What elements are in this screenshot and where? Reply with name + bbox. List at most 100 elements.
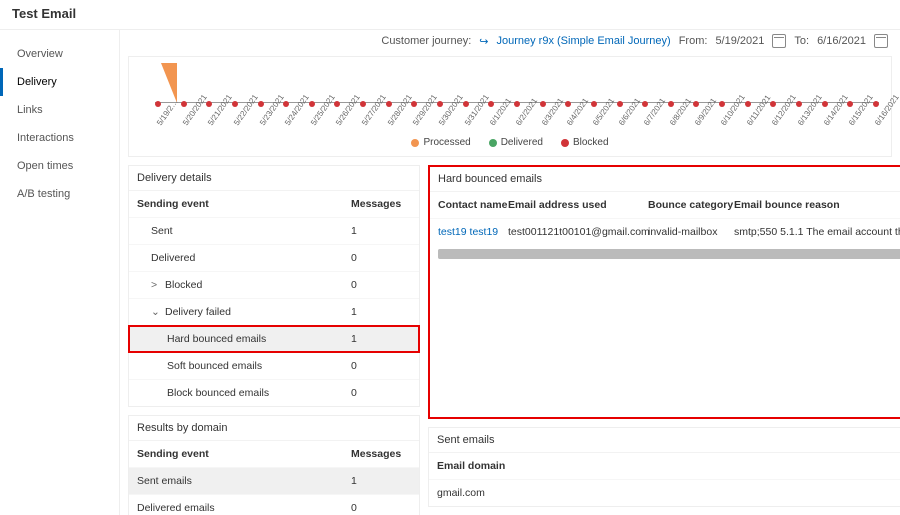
- cell-reason: smtp;550 5.1.1 The email account that yo…: [734, 226, 900, 238]
- x-tick: 6/10/2021: [719, 117, 730, 127]
- row-label: Hard bounced emails: [167, 333, 266, 345]
- data-point: [411, 101, 417, 107]
- trend-chart: 5/19/2… 5/20/2021 5/21/2021 5/22/2021 5/23/2…: [137, 61, 883, 131]
- bounce-row[interactable]: test19 test19 test001121t00101@gmail.com…: [430, 218, 900, 245]
- results-by-domain-title: Results by domain: [129, 416, 419, 441]
- cell-domain: gmail.com: [437, 487, 900, 499]
- nav-item-delivery[interactable]: Delivery: [0, 68, 119, 96]
- data-point: [437, 101, 443, 107]
- delivery-row[interactable]: > Blocked 0: [129, 271, 419, 298]
- x-tick: 6/12/2021: [770, 117, 781, 127]
- data-point: [258, 101, 264, 107]
- nav-item-open-times[interactable]: Open times: [0, 152, 119, 180]
- x-tick: 6/16/2021: [873, 117, 884, 127]
- row-label: Blocked: [165, 279, 202, 291]
- x-tick: 6/7/2021: [642, 117, 653, 127]
- journey-label: Customer journey:: [381, 35, 471, 47]
- x-tick: 6/13/2021: [796, 117, 807, 127]
- to-value[interactable]: 6/16/2021: [817, 35, 866, 47]
- delivery-row[interactable]: Sent1: [129, 217, 419, 244]
- data-point: [155, 101, 161, 107]
- col-bounce-reason: Email bounce reason: [734, 199, 900, 211]
- processed-area: [161, 63, 177, 103]
- sent-emails-card: Sent emails Email domain Value gmail.com…: [428, 427, 900, 507]
- delivery-details-title: Delivery details: [129, 166, 419, 191]
- nav-item-overview[interactable]: Overview: [0, 40, 119, 68]
- delivery-row[interactable]: Delivered 0: [129, 244, 419, 271]
- x-tick: 5/19/2…: [155, 117, 166, 127]
- row-label: Delivered emails: [137, 502, 351, 514]
- data-point: [540, 101, 546, 107]
- data-point: [360, 101, 366, 107]
- data-point: [514, 101, 520, 107]
- nav-item-ab-testing[interactable]: A/B testing: [0, 180, 119, 208]
- x-tick: 5/30/2021: [437, 117, 448, 127]
- delivery-row[interactable]: ⌄Delivery failed1: [129, 298, 419, 325]
- row-label: Block bounced emails: [167, 387, 269, 399]
- sidebar: Overview Delivery Links Interactions Ope…: [0, 30, 120, 515]
- x-tick: 6/14/2021: [822, 117, 833, 127]
- sent-email-row[interactable]: gmail.com 1: [429, 479, 900, 506]
- data-point: [181, 101, 187, 107]
- row-label: Delivered: [151, 252, 195, 264]
- col-email-used: Email address used: [508, 199, 648, 211]
- chart-legend: Processed Delivered Blocked: [137, 137, 883, 148]
- col-contact-name: Contact name: [438, 199, 508, 211]
- col-sending-event: Sending event: [137, 448, 351, 460]
- data-point: [283, 101, 289, 107]
- horizontal-scrollbar[interactable]: [438, 249, 900, 259]
- data-point: [617, 101, 623, 107]
- from-label: From:: [679, 35, 708, 47]
- x-tick: 5/22/2021: [232, 117, 243, 127]
- x-tick: 5/31/2021: [463, 117, 474, 127]
- domain-row[interactable]: Sent emails1: [129, 467, 419, 494]
- row-value: 1: [351, 333, 411, 345]
- chevron-down-icon[interactable]: ⌄: [151, 306, 159, 318]
- from-value[interactable]: 5/19/2021: [715, 35, 764, 47]
- legend-processed: Processed: [411, 137, 470, 148]
- x-tick: 5/21/2021: [206, 117, 217, 127]
- domain-row[interactable]: Delivered emails0: [129, 494, 419, 515]
- nav-item-interactions[interactable]: Interactions: [0, 124, 119, 152]
- data-point: [796, 101, 802, 107]
- data-point: [591, 101, 597, 107]
- data-point: [822, 101, 828, 107]
- delivery-row[interactable]: Block bounced emails0: [129, 379, 419, 406]
- data-point: [770, 101, 776, 107]
- calendar-icon[interactable]: [772, 34, 786, 48]
- x-tick: 5/28/2021: [386, 117, 397, 127]
- journey-link[interactable]: Journey r9x (Simple Email Journey): [496, 35, 670, 47]
- x-tick: 5/26/2021: [334, 117, 345, 127]
- data-point: [334, 101, 340, 107]
- col-bounce-category: Bounce category: [648, 199, 734, 211]
- row-value: 0: [351, 279, 411, 291]
- cell-contact[interactable]: test19 test19: [438, 226, 508, 238]
- delivery-row[interactable]: Hard bounced emails 1: [129, 325, 419, 352]
- calendar-icon[interactable]: [874, 34, 888, 48]
- data-point: [463, 101, 469, 107]
- col-sending-event: Sending event: [137, 198, 351, 210]
- to-label: To:: [794, 35, 809, 47]
- delivery-row[interactable]: Soft bounced emails0: [129, 352, 419, 379]
- results-by-domain-card: Results by domain Sending event Messages…: [128, 415, 420, 515]
- x-tick: 6/1/2021: [488, 117, 499, 127]
- x-tick: 6/15/2021: [847, 117, 858, 127]
- row-label: Soft bounced emails: [167, 360, 262, 372]
- col-messages: Messages: [351, 198, 411, 210]
- x-tick: 6/8/2021: [668, 117, 679, 127]
- trend-chart-card: 5/19/2… 5/20/2021 5/21/2021 5/22/2021 5/23/2…: [128, 56, 892, 157]
- nav-item-links[interactable]: Links: [0, 96, 119, 124]
- data-point: [873, 101, 879, 107]
- cell-category: invalid-mailbox: [648, 226, 734, 238]
- cell-email: test001121t00101@gmail.com: [508, 226, 648, 238]
- chevron-right-icon[interactable]: >: [151, 279, 159, 291]
- x-tick: 6/4/2021: [565, 117, 576, 127]
- row-label: Sent: [151, 225, 173, 237]
- x-tick: 5/29/2021: [411, 117, 422, 127]
- row-value: 0: [351, 252, 411, 264]
- x-tick: 6/9/2021: [693, 117, 704, 127]
- x-tick: 5/20/2021: [181, 117, 192, 127]
- x-tick: 6/11/2021: [745, 117, 756, 127]
- x-tick: 5/23/2021: [258, 117, 269, 127]
- data-point: [745, 101, 751, 107]
